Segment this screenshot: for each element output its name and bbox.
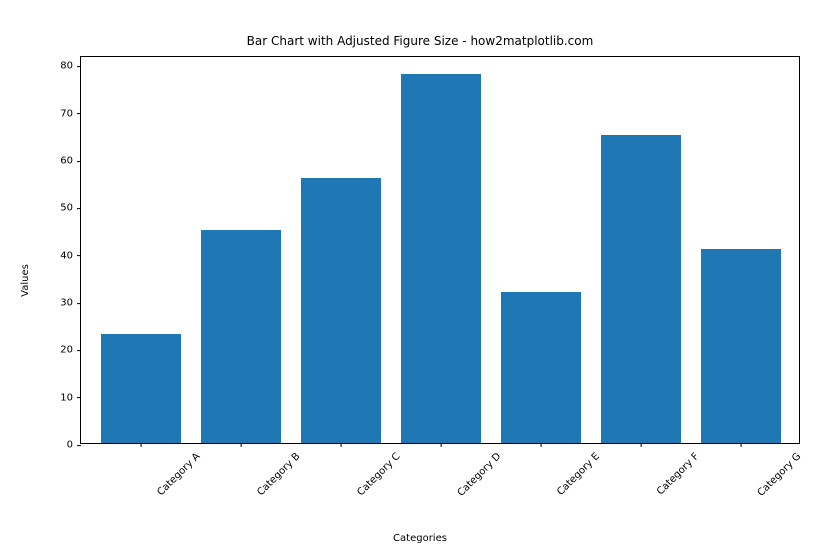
x-tick-mark bbox=[141, 443, 142, 447]
x-tick-label: Category F bbox=[655, 451, 701, 497]
x-tick-mark bbox=[341, 443, 342, 447]
x-axis-label: Categories bbox=[0, 533, 840, 544]
figure: Bar Chart with Adjusted Figure Size - ho… bbox=[0, 0, 840, 560]
x-tick-mark bbox=[541, 443, 542, 447]
x-tick-label: Category A bbox=[155, 451, 202, 498]
x-tick-label: Category D bbox=[456, 451, 504, 499]
x-tick-label: Category E bbox=[555, 451, 602, 498]
x-tick-mark bbox=[641, 443, 642, 447]
x-tick-mark bbox=[741, 443, 742, 447]
bar bbox=[701, 249, 781, 443]
x-tick-mark bbox=[241, 443, 242, 447]
x-tick-mark bbox=[441, 443, 442, 447]
bar bbox=[301, 178, 381, 443]
bar bbox=[101, 334, 181, 443]
y-tick-label: 30 bbox=[60, 298, 81, 309]
y-tick-label: 80 bbox=[60, 61, 81, 72]
y-tick-label: 50 bbox=[60, 203, 81, 214]
plot-area: 01020304050607080Category ACategory BCat… bbox=[80, 56, 800, 444]
y-tick-label: 10 bbox=[60, 392, 81, 403]
x-tick-label: Category G bbox=[756, 451, 804, 499]
y-tick-label: 0 bbox=[67, 440, 81, 451]
chart-title: Bar Chart with Adjusted Figure Size - ho… bbox=[0, 34, 840, 48]
bar bbox=[401, 74, 481, 443]
y-tick-label: 20 bbox=[60, 345, 81, 356]
bar bbox=[601, 135, 681, 443]
x-tick-label: Category B bbox=[255, 451, 302, 498]
y-tick-label: 60 bbox=[60, 156, 81, 167]
y-tick-label: 70 bbox=[60, 108, 81, 119]
y-axis-label: Values bbox=[18, 0, 32, 560]
x-tick-label: Category C bbox=[355, 451, 402, 498]
y-tick-label: 40 bbox=[60, 250, 81, 261]
bar bbox=[201, 230, 281, 443]
bar bbox=[501, 292, 581, 443]
bars-container bbox=[81, 57, 799, 443]
